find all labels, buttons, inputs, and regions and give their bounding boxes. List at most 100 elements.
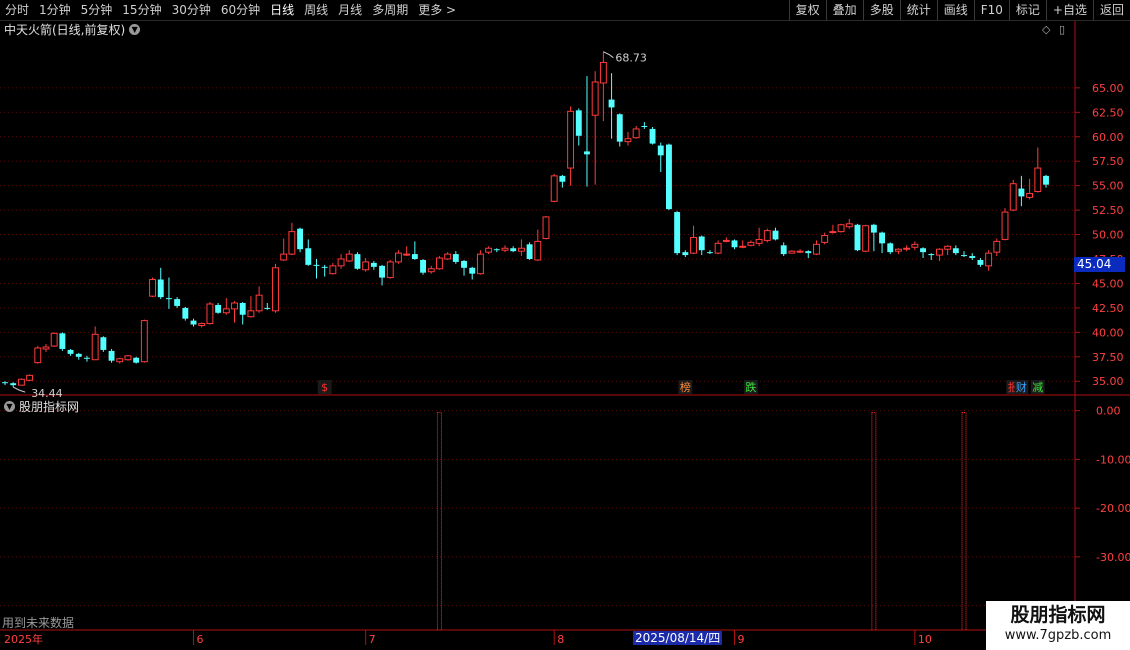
tool-button-8[interactable]: 返回: [1092, 0, 1130, 20]
price-tick-label: 52.50: [1092, 204, 1124, 217]
candle-body-up: [944, 245, 952, 250]
candle-body-up: [517, 247, 525, 252]
candle-body-up: [362, 261, 370, 271]
candle-body-up: [222, 308, 230, 314]
candle-body-down: [190, 320, 197, 325]
candle-body-up: [476, 253, 484, 275]
candle-body-up: [829, 231, 837, 234]
date-axis-month-3: 9: [738, 633, 745, 646]
candle-body-down: [84, 357, 90, 359]
candle-body-up: [845, 223, 853, 228]
candle-body-up: [813, 243, 820, 255]
candle-body-up: [42, 346, 50, 350]
period-tab-1[interactable]: 1分钟: [34, 0, 76, 20]
candle-body-up: [542, 216, 550, 239]
tool-button-7[interactable]: +自选: [1045, 0, 1093, 20]
period-tab-3[interactable]: 15分钟: [117, 0, 166, 20]
candle-body-up: [739, 245, 747, 248]
tool-button-2[interactable]: 多股: [862, 0, 900, 20]
candle-body-down: [731, 240, 738, 248]
indicator-title[interactable]: ▼ 股朋指标网: [4, 398, 79, 415]
current-price-tag: 45.04: [1074, 257, 1125, 272]
candle-body-down: [559, 175, 566, 182]
period-tab-0[interactable]: 分时: [0, 0, 34, 20]
chevron-down-icon[interactable]: ▼: [129, 24, 141, 35]
candle-body-down: [461, 260, 467, 268]
candle-body-up: [255, 294, 263, 312]
candle-body-up: [198, 323, 206, 326]
candle-body-up: [690, 236, 697, 254]
candle-body-down: [174, 299, 181, 306]
stock-title[interactable]: 中天火箭(日线,前复权) ▼: [4, 21, 141, 38]
candle-body-down: [510, 248, 517, 252]
candle-body-down: [182, 307, 189, 319]
candle-body-down: [411, 254, 418, 259]
high-price-label: 68.73: [615, 52, 647, 65]
chevron-down-icon[interactable]: ▼: [4, 401, 15, 412]
candle-body-up: [796, 250, 804, 253]
candle-body-up: [624, 138, 632, 143]
indicator-bar: [961, 412, 967, 631]
price-tick-label: 55.00: [1092, 180, 1124, 193]
candle-body-down: [928, 254, 935, 256]
period-tab-5[interactable]: 60分钟: [216, 0, 265, 20]
price-tick-label: 65.00: [1092, 82, 1124, 95]
period-tab-8[interactable]: 月线: [333, 0, 367, 20]
price-tick-label: 50.00: [1092, 229, 1124, 242]
tool-button-5[interactable]: F10: [973, 0, 1009, 20]
candle-body-up: [337, 258, 345, 267]
candle-body-down: [674, 212, 681, 254]
candle-body-down: [305, 248, 312, 265]
period-tab-7[interactable]: 周线: [299, 0, 333, 20]
price-tick-label: 35.00: [1092, 375, 1124, 388]
candle-body-up: [444, 253, 452, 260]
candle-body-up: [550, 175, 558, 202]
candle-body-up: [903, 247, 911, 250]
tool-button-0[interactable]: 复权: [788, 0, 826, 20]
candle-body-down: [67, 349, 74, 354]
candle-body-down: [969, 256, 976, 259]
candle-body-down: [108, 350, 115, 361]
candle-body-up: [501, 247, 509, 251]
candle-body-down: [165, 298, 172, 300]
event-marker-1: 榜: [680, 380, 691, 394]
candle-body-up: [993, 240, 1001, 253]
tool-button-4[interactable]: 画线: [936, 0, 974, 20]
candle-body-up: [329, 265, 337, 275]
tool-button-3[interactable]: 统计: [899, 0, 937, 20]
price-tick-label: 42.50: [1092, 302, 1124, 315]
period-tabs: 分时 1分钟 5分钟 15分钟 30分钟 60分钟 日线 周线 月线 多周期 更多 >: [0, 0, 461, 20]
candle-body-up: [714, 242, 722, 254]
candle-body-down: [641, 125, 648, 127]
candle-body-up: [91, 333, 99, 361]
candle-body-up: [985, 252, 993, 267]
candle-body-down: [1018, 188, 1025, 197]
panel-toggle-icon[interactable]: ▯: [1059, 23, 1065, 36]
candle-body-up: [124, 355, 132, 361]
candle-body-up: [1034, 167, 1042, 193]
candle-body-up: [935, 248, 943, 256]
candle-body-up: [17, 378, 25, 386]
kline-chart-canvas[interactable]: 35.0037.5040.0042.5045.0047.5050.0052.50…: [0, 0, 1130, 650]
tool-button-6[interactable]: 标记: [1008, 0, 1046, 20]
diamond-icon[interactable]: ◇: [1042, 23, 1050, 36]
candle-body-down: [469, 267, 476, 274]
tool-button-1[interactable]: 叠加: [825, 0, 863, 20]
period-tab-2[interactable]: 5分钟: [76, 0, 118, 20]
candle-body-down: [321, 266, 328, 268]
period-tab-9[interactable]: 多周期: [367, 0, 413, 20]
candle-body-up: [34, 347, 42, 364]
candle-body-down: [879, 232, 886, 244]
candle-body-down: [961, 255, 967, 257]
candle-body-down: [2, 382, 8, 384]
period-tab-6[interactable]: 日线: [265, 0, 299, 20]
candle-body-down: [297, 228, 304, 250]
candle-body-up: [403, 253, 411, 256]
candle-body-down: [133, 357, 140, 363]
tool-buttons: 复权 叠加 多股 统计 画线 F10 标记 +自选 返回: [788, 0, 1130, 20]
candle-body-down: [780, 245, 787, 255]
period-tab-10[interactable]: 更多 >: [413, 0, 461, 20]
candle-body-down: [665, 144, 672, 210]
candle-body-down: [157, 279, 164, 298]
period-tab-4[interactable]: 30分钟: [167, 0, 216, 20]
